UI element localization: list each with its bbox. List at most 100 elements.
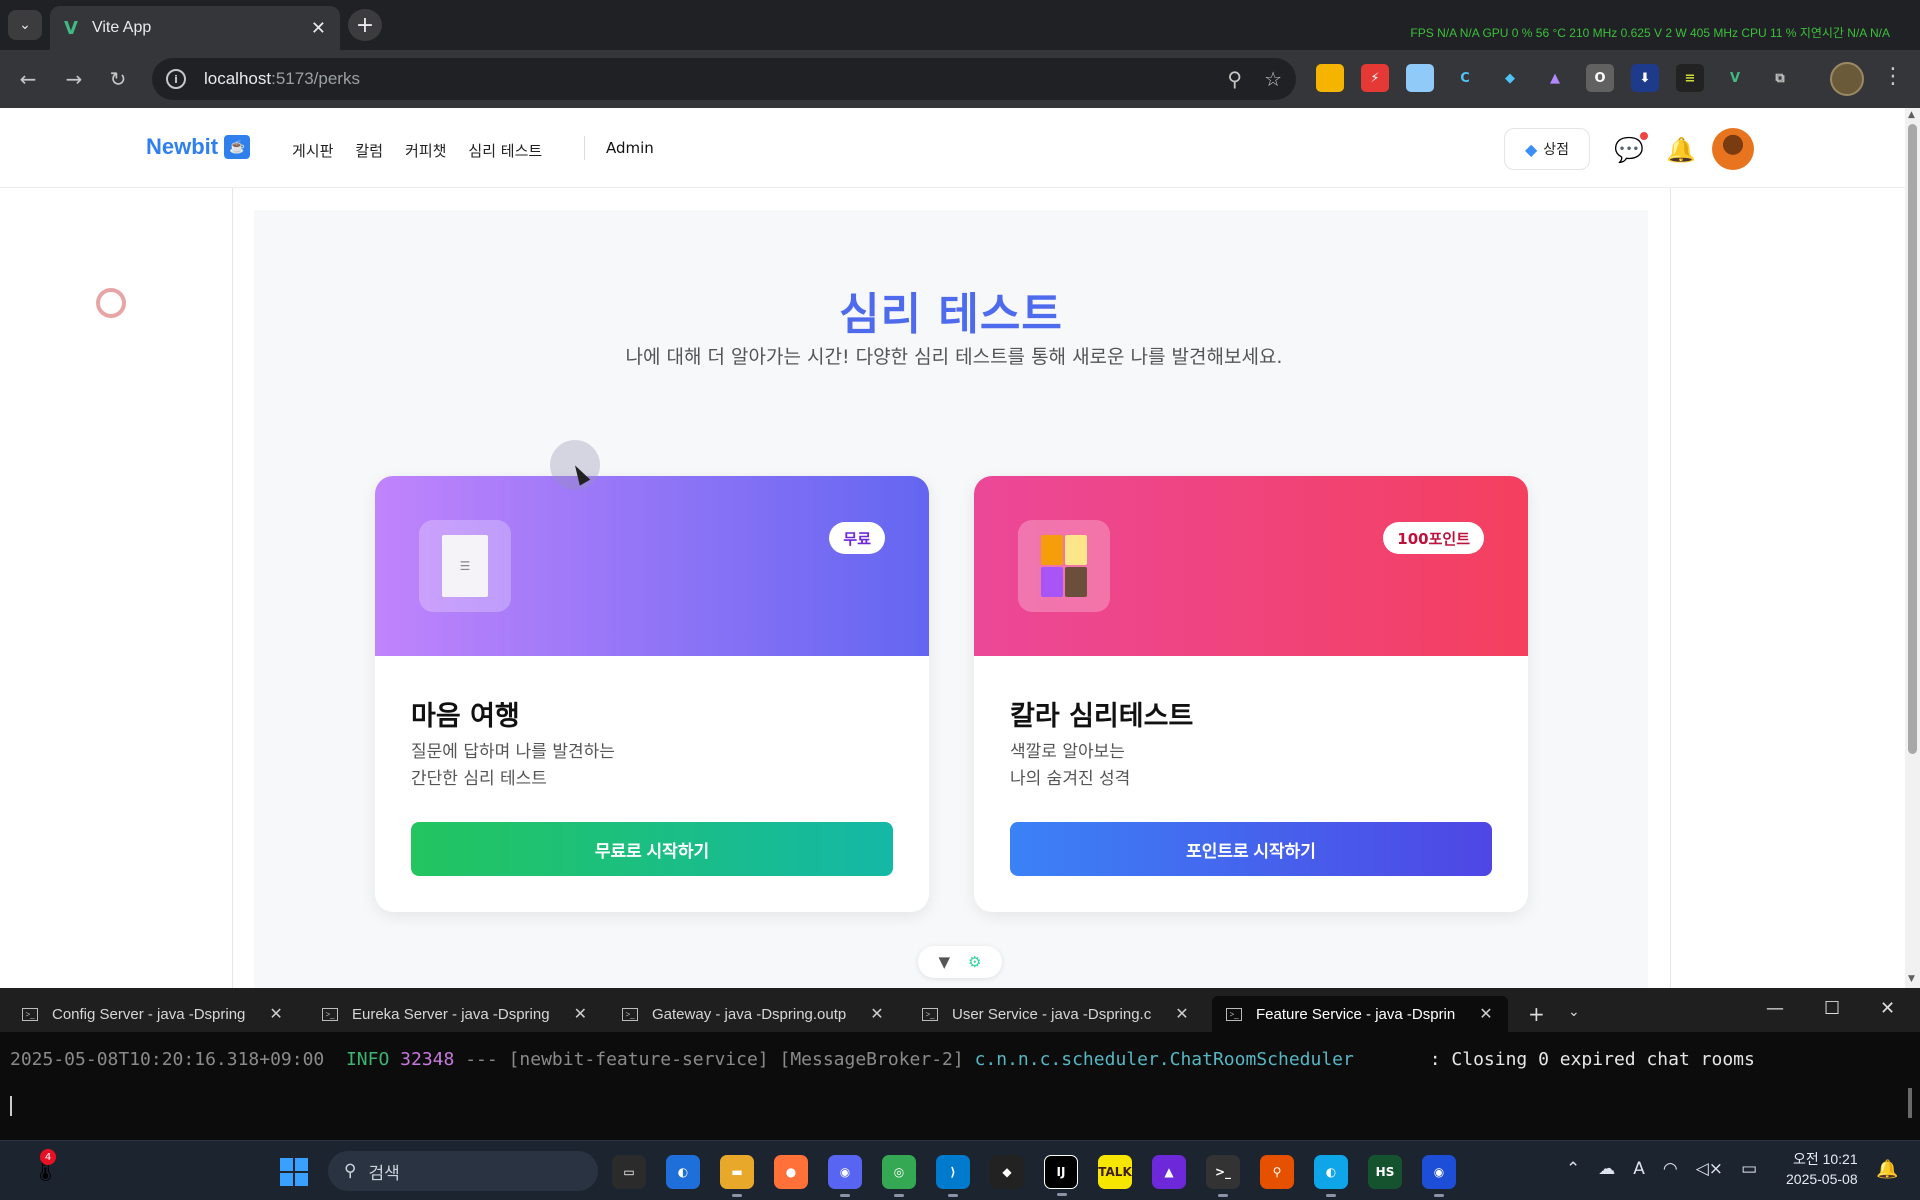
psych-test-section: 심리 테스트 나에 대해 더 알아가는 시간! 다양한 심리 테스트를 통해 새…: [254, 210, 1648, 988]
terminal-app-icon[interactable]: >_: [1206, 1155, 1240, 1197]
page-scrollbar[interactable]: ▲ ▼: [1905, 108, 1920, 988]
scrollbar-thumb[interactable]: [1908, 124, 1917, 754]
bell-icon[interactable]: 🔔: [1666, 136, 1696, 164]
arrow-right-icon: →: [65, 67, 83, 91]
extension-note-icon[interactable]: [1406, 64, 1434, 92]
clock-time: 오전 10:21: [1792, 1151, 1858, 1167]
new-tab-button[interactable]: +: [348, 9, 382, 41]
discord-icon[interactable]: ◉: [828, 1155, 862, 1197]
firefox-icon[interactable]: ●: [774, 1155, 808, 1189]
terminal-tab-config[interactable]: >_ Config Server - java -Dspring ✕: [8, 996, 298, 1032]
vue-devtools-icon[interactable]: V: [1721, 64, 1749, 92]
profile-avatar[interactable]: [1830, 62, 1864, 96]
page-subtitle: 나에 대해 더 알아가는 시간! 다양한 심리 테스트를 통해 새로운 나를 발…: [625, 346, 1283, 368]
address-bar[interactable]: i localhost:5173/perks ⚲ ☆: [152, 58, 1296, 100]
bookmark-star-icon[interactable]: ☆: [1264, 67, 1282, 91]
task-view-icon[interactable]: ▭: [612, 1155, 646, 1189]
site-info-icon[interactable]: i: [166, 69, 186, 89]
terminal-output[interactable]: 2025-05-08T10:20:16.318+09:00 INFO 32348…: [10, 1048, 1890, 1072]
browser-tab-active[interactable]: V Vite App ✕: [50, 6, 340, 50]
obsidian-icon[interactable]: ▲: [1152, 1155, 1186, 1189]
cloud-icon[interactable]: ☁: [1598, 1159, 1615, 1179]
battery-icon[interactable]: ▭: [1741, 1159, 1757, 1179]
scroll-up-icon[interactable]: ▲: [1908, 110, 1915, 120]
vue-logo-icon[interactable]: ▼: [939, 953, 951, 971]
nav-item-psych-test[interactable]: 심리 테스트: [468, 140, 542, 161]
start-points-button[interactable]: 포인트로 시작하기: [1010, 822, 1492, 876]
gear-icon[interactable]: ⚙: [968, 953, 981, 971]
terminal-tab-feature[interactable]: >_ Feature Service - java -Dsprin ✕: [1212, 996, 1508, 1032]
close-icon[interactable]: ✕: [1479, 1004, 1492, 1024]
edge-icon[interactable]: ◐: [1314, 1155, 1348, 1197]
url-text[interactable]: localhost:5173/perks: [204, 69, 1205, 89]
card-icon-box: ☰: [419, 520, 511, 612]
notification-bell-icon[interactable]: 🔔: [1876, 1159, 1898, 1180]
brand-logo[interactable]: Newbit ☕: [146, 134, 251, 160]
extension-gem-icon[interactable]: ◆: [1496, 64, 1524, 92]
app-hs-icon[interactable]: HS: [1368, 1155, 1402, 1189]
user-avatar[interactable]: [1712, 128, 1754, 170]
extension-red-icon[interactable]: ⚡: [1361, 64, 1389, 92]
terminal-icon: >_: [922, 1007, 938, 1021]
terminal-dropdown-icon[interactable]: ⌄: [1568, 1004, 1580, 1020]
wifi-icon[interactable]: ◠: [1663, 1159, 1678, 1179]
close-icon[interactable]: ✕: [574, 1004, 587, 1024]
chrome-icon[interactable]: ◎: [882, 1155, 916, 1197]
extension-stack-icon[interactable]: ≡: [1676, 64, 1704, 92]
nav-item-admin[interactable]: Admin: [606, 139, 654, 157]
search-tool-icon[interactable]: ⚲: [1260, 1155, 1294, 1189]
maximize-button[interactable]: ☐: [1824, 998, 1840, 1019]
terminal-tab-eureka[interactable]: >_ Eureka Server - java -Dspring ✕: [308, 996, 598, 1032]
start-free-button[interactable]: 무료로 시작하기: [411, 822, 893, 876]
new-terminal-tab-button[interactable]: +: [1528, 1002, 1545, 1026]
tab-close-button[interactable]: ✕: [311, 18, 326, 39]
windows-start-icon[interactable]: [280, 1158, 308, 1186]
taskbar-search[interactable]: ⚲ 검색: [328, 1151, 598, 1191]
terminal-scrollbar[interactable]: [1908, 1088, 1912, 1118]
speaker-muted-icon[interactable]: ◁×: [1696, 1159, 1723, 1179]
system-tray: ⌃ ☁ A ◠ ◁× ▭: [1566, 1159, 1757, 1179]
tab-search-button[interactable]: ⌄: [8, 10, 42, 40]
tab-title: Vite App: [91, 19, 152, 36]
extension-c-icon[interactable]: C: [1451, 64, 1479, 92]
kakaotalk-icon[interactable]: TALK: [1098, 1155, 1132, 1189]
chevron-up-icon[interactable]: ⌃: [1566, 1159, 1580, 1179]
browser-menu-icon[interactable]: ⋮: [1882, 64, 1904, 89]
file-explorer-icon[interactable]: ▬: [720, 1155, 754, 1197]
taskbar-clock[interactable]: 오전 10:21 2025-05-08: [1786, 1149, 1858, 1189]
app-blue-icon[interactable]: ◉: [1422, 1155, 1456, 1197]
app-dark-icon[interactable]: ◆: [990, 1155, 1024, 1189]
close-window-button[interactable]: ✕: [1880, 998, 1895, 1019]
extension-o-icon[interactable]: O: [1586, 64, 1614, 92]
vite-favicon-icon: V: [64, 17, 78, 39]
close-icon[interactable]: ✕: [269, 1004, 282, 1024]
back-button[interactable]: ←: [14, 65, 42, 93]
extension-download-icon[interactable]: ⬇: [1631, 64, 1659, 92]
zoom-icon[interactable]: ⚲: [1227, 67, 1242, 91]
forward-button[interactable]: →: [60, 65, 88, 93]
extension-drop-icon[interactable]: ▲: [1541, 64, 1569, 92]
reload-button[interactable]: ↻: [104, 65, 132, 93]
nav-item-board[interactable]: 게시판: [292, 140, 333, 161]
copilot-icon[interactable]: ◐: [666, 1155, 700, 1189]
shop-button[interactable]: ◆ 상점: [1504, 128, 1590, 170]
minimize-button[interactable]: —: [1766, 998, 1784, 1019]
ime-icon[interactable]: A: [1633, 1159, 1645, 1179]
extensions-puzzle-icon[interactable]: ⧉: [1766, 64, 1794, 92]
devtools-pill[interactable]: ▼ ⚙: [918, 946, 1002, 978]
page-title: 심리 테스트: [839, 289, 1063, 340]
terminal-cursor: [10, 1096, 12, 1116]
nav-item-coffeechat[interactable]: 커피챗: [405, 140, 446, 161]
terminal-tab-gateway[interactable]: >_ Gateway - java -Dspring.outp ✕: [608, 996, 898, 1032]
extension-yellow-icon[interactable]: [1316, 64, 1344, 92]
close-icon[interactable]: ✕: [1175, 1004, 1188, 1024]
left-column-border: [232, 188, 233, 988]
close-icon[interactable]: ✕: [870, 1004, 883, 1024]
nav-item-column[interactable]: 칼럼: [355, 140, 383, 161]
scroll-down-icon[interactable]: ▼: [1908, 974, 1915, 984]
terminal-tab-user[interactable]: >_ User Service - java -Dspring.c ✕: [908, 996, 1198, 1032]
chat-bubble-icon[interactable]: 💬: [1614, 136, 1644, 164]
terminal-tab-label: User Service - java -Dspring.c: [952, 1005, 1152, 1023]
intellij-icon[interactable]: IJ: [1044, 1155, 1078, 1196]
vscode-icon[interactable]: ⟩: [936, 1155, 970, 1197]
